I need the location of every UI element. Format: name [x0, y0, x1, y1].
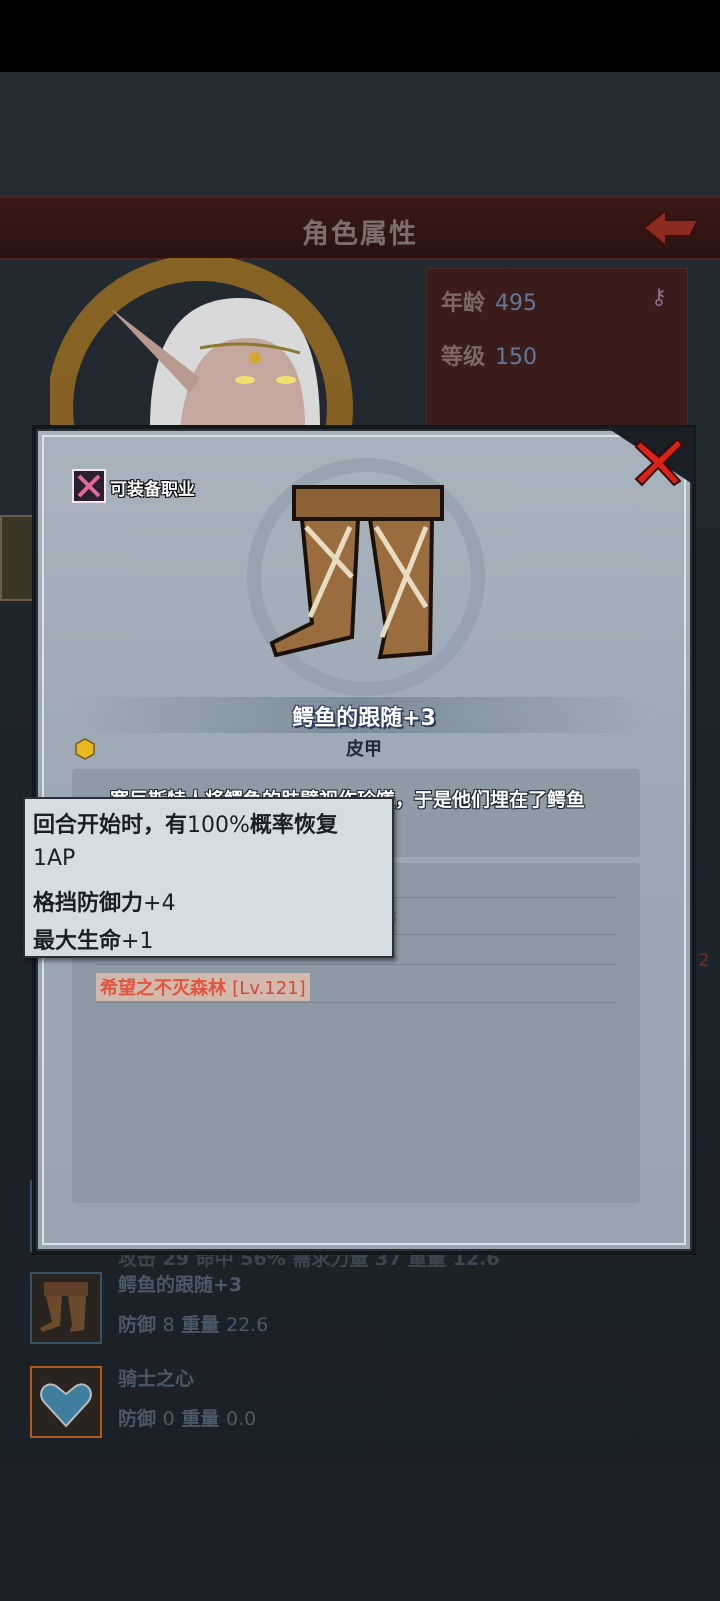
item-name: 鳄鱼的跟随+3	[292, 706, 436, 731]
bottom-area	[0, 1470, 720, 1601]
status-bar	[0, 0, 720, 72]
age-stat: 年龄 495	[441, 291, 538, 316]
character-portrait	[50, 258, 410, 428]
tooltip-line-2: 1AP	[33, 846, 76, 871]
character-stats-panel: 年龄 495 等级 150 ⚷	[426, 268, 688, 430]
level-stat: 等级 150	[441, 345, 538, 370]
tooltip-line-1: 回合开始时，有100%概率恢复	[33, 813, 338, 838]
stats-divider	[96, 964, 616, 965]
back-arrow-icon[interactable]	[640, 206, 702, 250]
leather-boots-icon	[247, 458, 485, 696]
side-number: 2	[698, 950, 710, 971]
crossed-weapons-icon	[72, 469, 106, 503]
stats-divider	[96, 1002, 616, 1003]
boots-name: 鳄鱼的跟随+3	[118, 1274, 243, 1296]
equipment-row-boots[interactable]	[30, 1272, 130, 1344]
equipment-row-accessory[interactable]	[30, 1366, 130, 1438]
tooltip-line-3: 格挡防御力+4	[33, 891, 176, 916]
key-icon[interactable]: ⚷	[651, 285, 667, 310]
page-title: 角色属性	[302, 219, 418, 250]
tooltip-line-4: 最大生命+1	[33, 929, 154, 954]
set-bonus-label[interactable]: 希望之不灭森林 [Lv.121]	[96, 973, 310, 1001]
accessory-stats: 防御 0 重量 0.0	[118, 1408, 257, 1430]
set-bonus-tooltip: 回合开始时，有100%概率恢复 1AP 格挡防御力+4 最大生命+1	[23, 797, 394, 958]
heart-amulet-icon	[30, 1366, 102, 1438]
item-type: 皮甲	[346, 739, 382, 760]
header-bar: 角色属性	[0, 196, 720, 260]
side-tab-widget[interactable]	[0, 515, 36, 601]
leather-boots-icon	[30, 1272, 102, 1344]
close-icon[interactable]	[632, 435, 686, 489]
boots-stats: 防御 8 重量 22.6	[118, 1314, 269, 1336]
equippable-class-label: 可装备职业	[110, 480, 195, 500]
accessory-name: 骑士之心	[118, 1368, 195, 1390]
